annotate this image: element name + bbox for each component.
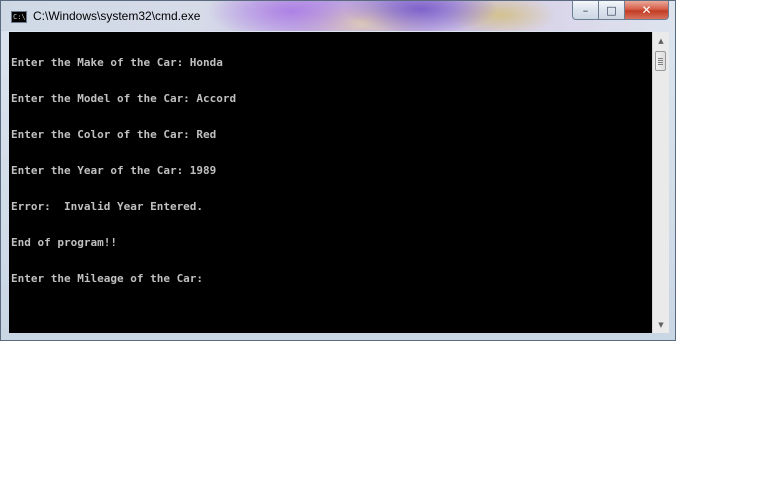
minimize-icon: –	[582, 3, 589, 17]
window-title: C:\Windows\system32\cmd.exe	[33, 9, 201, 23]
console-output[interactable]: Enter the Make of the Car: Honda Enter t…	[9, 32, 652, 333]
maximize-icon: □	[606, 3, 617, 17]
close-icon: ✕	[641, 3, 652, 17]
window-controls: – □ ✕	[572, 1, 669, 21]
scroll-grip-line	[658, 62, 663, 63]
scroll-grip-line	[658, 60, 663, 61]
minimize-button[interactable]: –	[572, 1, 599, 20]
scroll-grip-line	[658, 64, 663, 65]
scroll-up-arrow-icon[interactable]: ▲	[653, 32, 669, 49]
console-line: Enter the Color of the Car: Red	[11, 128, 217, 141]
scroll-thumb[interactable]	[655, 51, 666, 71]
cmd-window: C:\ C:\Windows\system32\cmd.exe – □ ✕ En…	[0, 0, 676, 341]
close-button[interactable]: ✕	[625, 1, 669, 20]
console-line: End of program!!	[11, 236, 117, 249]
console-text: Enter the Make of the Car: Honda Enter t…	[9, 32, 652, 309]
vertical-scrollbar[interactable]: ▲ ▼	[652, 32, 669, 333]
console-line: Enter the Model of the Car: Accord	[11, 92, 237, 105]
console-line: Enter the Make of the Car: Honda	[11, 56, 223, 69]
console-line: Enter the Mileage of the Car:	[11, 272, 204, 285]
title-bar[interactable]: C:\ C:\Windows\system32\cmd.exe – □ ✕	[1, 1, 675, 31]
console-line: Error: Invalid Year Entered.	[11, 200, 204, 213]
console-line: Enter the Year of the Car: 1989	[11, 164, 217, 177]
cmd-app-icon-glyph: C:\	[13, 13, 26, 21]
cmd-app-icon[interactable]: C:\	[11, 11, 27, 23]
scroll-down-arrow-icon[interactable]: ▼	[653, 316, 669, 333]
scroll-grip-line	[658, 58, 663, 59]
window-bottom-edge	[1, 333, 675, 340]
maximize-button[interactable]: □	[599, 1, 625, 20]
